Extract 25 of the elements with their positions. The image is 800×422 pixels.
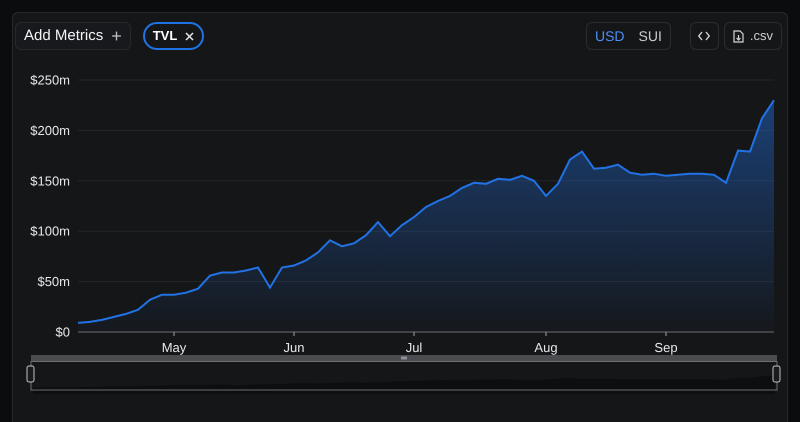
add-metrics-button[interactable]: Add Metrics + <box>15 22 131 50</box>
embed-button[interactable] <box>690 22 719 50</box>
y-axis-label: $200m <box>30 122 70 138</box>
x-axis-label: Sep <box>654 340 678 355</box>
metric-tag[interactable]: TVL <box>142 22 204 50</box>
y-axis-label: $150m <box>30 173 70 188</box>
close-icon[interactable] <box>185 32 194 40</box>
x-axis-label: Jul <box>406 340 422 355</box>
code-icon <box>698 31 710 41</box>
x-axis-label: Aug <box>534 340 558 355</box>
y-axis-label: $250m <box>30 72 70 88</box>
navigator-scrollbar[interactable] <box>31 355 777 361</box>
y-axis-label: $0 <box>56 324 70 340</box>
file-icon <box>732 30 744 42</box>
navigator-window[interactable] <box>30 361 778 390</box>
grip-icon[interactable] <box>402 356 406 360</box>
left-handle[interactable] <box>26 366 34 382</box>
currency-option[interactable]: SUI <box>632 24 668 48</box>
y-axis-label: $50m <box>37 274 70 290</box>
csv-button[interactable]: .csv <box>724 22 782 50</box>
y-axis-label: $100m <box>30 224 70 239</box>
currency-option[interactable]: USD <box>588 24 631 48</box>
x-axis-label: Jun <box>284 340 304 355</box>
right-handle[interactable] <box>772 366 780 382</box>
x-axis-label: May <box>162 340 186 355</box>
